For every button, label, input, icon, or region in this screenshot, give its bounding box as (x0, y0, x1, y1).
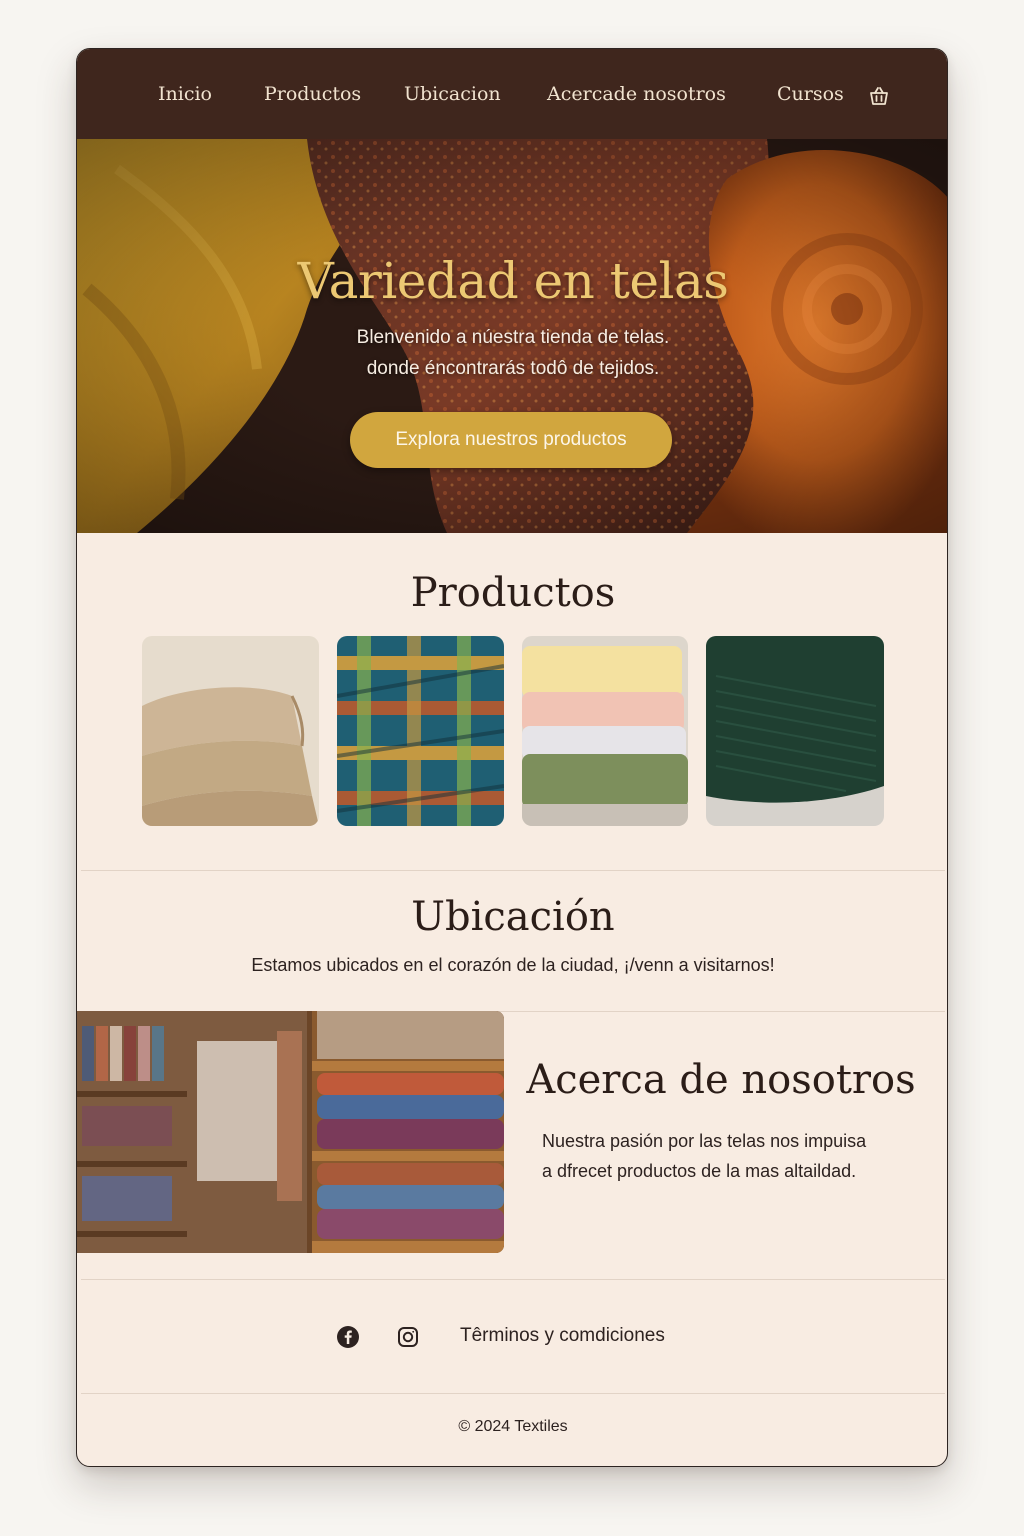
product-card-beige[interactable] (142, 636, 319, 826)
pastel-fabric-image (522, 636, 688, 826)
about-text-line2: a dfrecet productos de la mas altaildad. (542, 1161, 857, 1181)
site-frame: Inicio Productos Ubicacion Acercade noso… (76, 48, 948, 1467)
hero-title: Variedad en telas (297, 252, 729, 310)
nav-cursos[interactable]: Cursos (777, 83, 844, 105)
explore-products-button[interactable]: Explora nuestros productos (350, 412, 672, 468)
about-text: Nuestra pasión por las telas nos impuisa… (542, 1126, 922, 1186)
plaid-fabric-image (337, 636, 504, 826)
nav-productos[interactable]: Productos (264, 83, 361, 105)
product-card-plaid[interactable] (337, 636, 504, 826)
basket-icon[interactable] (867, 84, 891, 108)
hero-subtitle-line1: Blenvenido a núestra tienda de telas. (356, 327, 670, 348)
product-card-pastel[interactable] (522, 636, 688, 826)
about-text-line1: Nuestra pasión por las telas nos impuisa (542, 1131, 867, 1151)
location-title: Ubicación (411, 894, 615, 940)
nav-ubicacion[interactable]: Ubicacion (404, 83, 501, 105)
about-title: Acerca de nosotros (526, 1057, 916, 1103)
terms-link[interactable]: Têrminos y comdiciones (460, 1325, 665, 1347)
green-corduroy-image (706, 636, 884, 826)
facebook-icon[interactable] (336, 1325, 360, 1349)
hero-banner: Variedad en telas Blenvenido a núestra t… (77, 139, 947, 533)
product-card-green[interactable] (706, 636, 884, 826)
top-nav: Inicio Productos Ubicacion Acercade noso… (77, 49, 947, 139)
divider (81, 1393, 945, 1394)
products-title: Productos (410, 570, 616, 616)
copyright-text: © 2024 Textiles (458, 1418, 568, 1435)
beige-fabric-image (142, 636, 319, 826)
hero-subtitle-line2: donde éncontrarás todô de tejidos. (366, 358, 660, 379)
nav-inicio[interactable]: Inicio (158, 83, 212, 105)
location-text: Estamos ubicados en el corazón de la ciu… (251, 955, 775, 975)
nav-acerca-de-nosotros[interactable]: Acercade nosotros (547, 83, 726, 105)
instagram-icon[interactable] (396, 1325, 420, 1349)
divider (81, 870, 945, 871)
store-shelves-image (77, 1011, 504, 1253)
divider (81, 1279, 945, 1280)
